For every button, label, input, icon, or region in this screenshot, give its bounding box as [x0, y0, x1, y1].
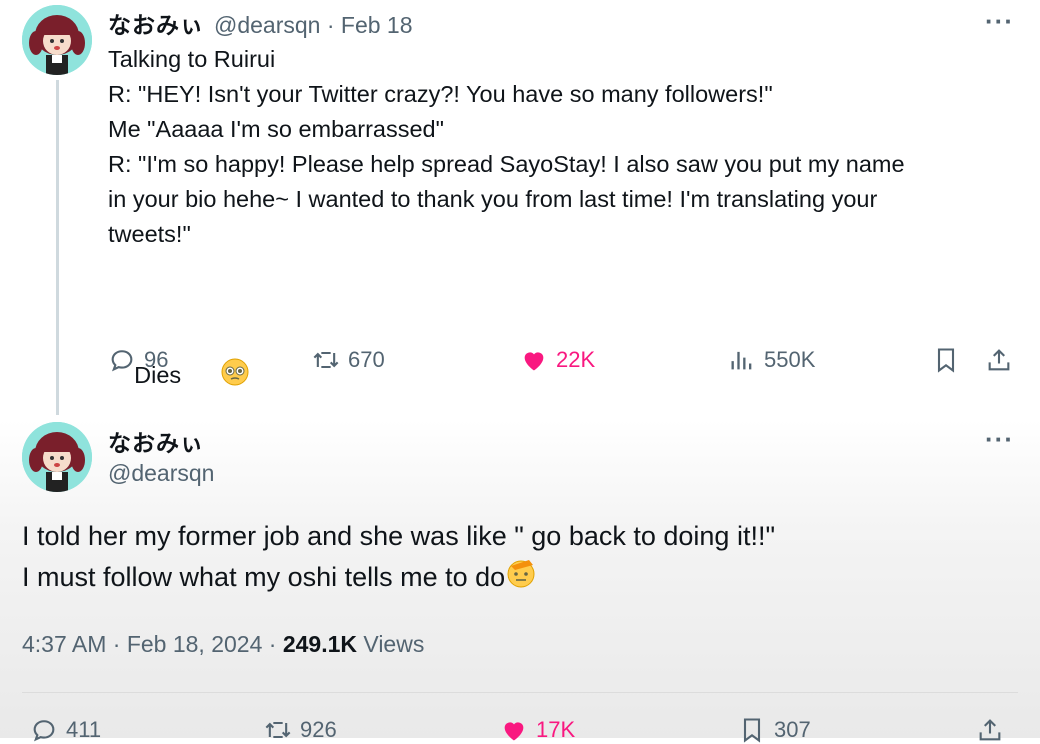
- display-name[interactable]: なおみぃ: [108, 6, 204, 40]
- like-button[interactable]: 22K: [520, 346, 595, 374]
- retweet-count: 926: [300, 717, 337, 742]
- more-icon[interactable]: ···: [985, 424, 1014, 455]
- retweet-button[interactable]: 670: [312, 346, 385, 374]
- tweet-line: R: "I'm so happy! Please help spread Say…: [108, 151, 905, 177]
- like-icon: [504, 722, 524, 741]
- reply-button[interactable]: 96: [108, 346, 168, 374]
- tweet-timestamp: 4:37 AM · Feb 18, 2024 · 249.1K Views: [22, 631, 424, 658]
- reply-icon: [111, 350, 133, 372]
- reply-count: 96: [144, 347, 169, 372]
- saluting-face-emoji: [505, 557, 539, 601]
- share-button[interactable]: [976, 716, 1004, 744]
- tweet2-text: I told her my former job and she was lik…: [22, 516, 1012, 601]
- tweet-line: [108, 252, 1013, 287]
- tweet-line: Talking to Ruirui: [108, 46, 276, 72]
- bookmark-button[interactable]: 307: [738, 716, 811, 744]
- tweet-line: tweets!": [108, 221, 191, 247]
- retweet-icon: [265, 721, 291, 739]
- retweet-button[interactable]: 926: [264, 716, 337, 744]
- tweet-line: in your bio hehe~ I wanted to thank you …: [108, 186, 878, 212]
- retweet-icon: [313, 351, 339, 369]
- bookmark-button[interactable]: [932, 346, 960, 374]
- more-icon[interactable]: ···: [985, 6, 1014, 37]
- bookmark-icon: [937, 348, 955, 373]
- tweet-line: R: "HEY! Isn't your Twitter crazy?! You …: [108, 81, 773, 107]
- views-label: Views: [357, 631, 425, 657]
- share-button[interactable]: [985, 346, 1013, 374]
- views-count: 249.1K: [282, 631, 357, 657]
- views-icon: [731, 351, 752, 370]
- share-icon: [979, 719, 1001, 741]
- avatar-image: [22, 422, 92, 492]
- tweet1-header: なおみぃ @dearsqn · Feb 18: [108, 6, 413, 40]
- time-date[interactable]: 4:37 AM · Feb 18, 2024 ·: [22, 631, 283, 657]
- like-button[interactable]: 17K: [500, 716, 575, 744]
- tweet1-text: Talking to Ruirui R: "HEY! Isn't your Tw…: [108, 42, 1013, 467]
- tweet-line: I told her my former job and she was lik…: [22, 521, 776, 551]
- reply-button[interactable]: 411: [30, 716, 101, 744]
- tweet-line: Me "Aaaaa I'm so embarrassed": [108, 116, 444, 142]
- divider: [22, 692, 1018, 693]
- pleading-face-emoji: [181, 322, 250, 432]
- bookmark-count: 307: [774, 717, 811, 742]
- bookmark-icon: [743, 718, 761, 743]
- views-button[interactable]: 550K: [728, 346, 815, 374]
- tweet-line-last: I must follow what my oshi tells me to d…: [22, 557, 1012, 601]
- avatar[interactable]: [22, 5, 92, 75]
- thread-line: [56, 80, 59, 415]
- reply-icon: [33, 720, 55, 742]
- like-count: 17K: [536, 717, 576, 742]
- handle[interactable]: @dearsqn: [108, 460, 214, 487]
- like-icon: [524, 352, 544, 371]
- tweet-line-last: Dies: [108, 287, 1013, 467]
- avatar[interactable]: [22, 422, 92, 492]
- tweet-line-text: I must follow what my oshi tells me to d…: [22, 562, 506, 593]
- display-name[interactable]: なおみぃ: [108, 424, 204, 458]
- avatar-image: [22, 5, 92, 75]
- like-count: 22K: [556, 347, 596, 372]
- share-icon: [988, 349, 1010, 371]
- reply-count: 411: [66, 717, 102, 742]
- retweet-count: 670: [348, 347, 385, 372]
- handle-date[interactable]: @dearsqn · Feb 18: [214, 12, 413, 39]
- views-count: 550K: [764, 347, 816, 372]
